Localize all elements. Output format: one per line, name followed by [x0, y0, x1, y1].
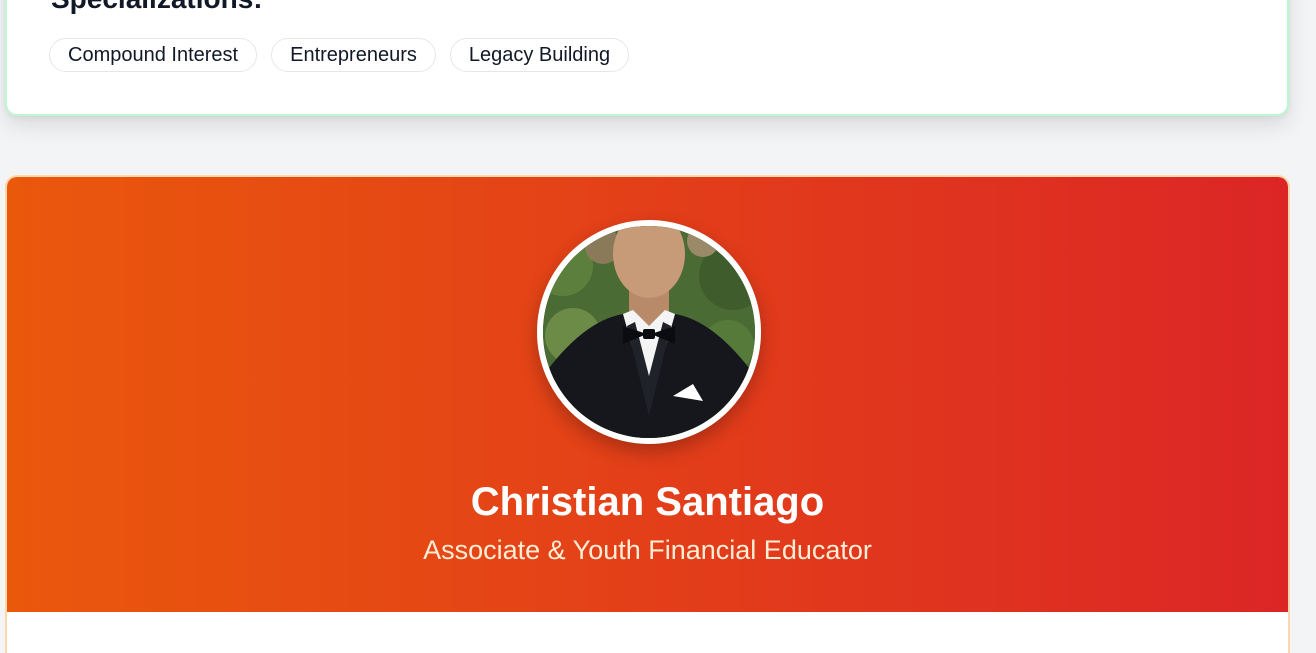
specializations-tags: Compound Interest Entrepreneurs Legacy B… [49, 38, 630, 72]
profile-card: Christian Santiago Associate & Youth Fin… [5, 175, 1290, 653]
profile-header: Christian Santiago Associate & Youth Fin… [7, 177, 1288, 612]
profile-role: Associate & Youth Financial Educator [423, 535, 872, 565]
tag-entrepreneurs: Entrepreneurs [271, 38, 436, 72]
specializations-heading: Specializations: [51, 0, 263, 16]
avatar-photo [543, 226, 755, 438]
tag-legacy-building: Legacy Building [449, 38, 630, 72]
specializations-card: Specializations: Compound Interest Entre… [5, 0, 1289, 116]
tag-compound-interest: Compound Interest [49, 38, 258, 72]
avatar [537, 220, 761, 444]
page: Specializations: Compound Interest Entre… [0, 0, 1316, 653]
profile-name: Christian Santiago [470, 480, 825, 524]
